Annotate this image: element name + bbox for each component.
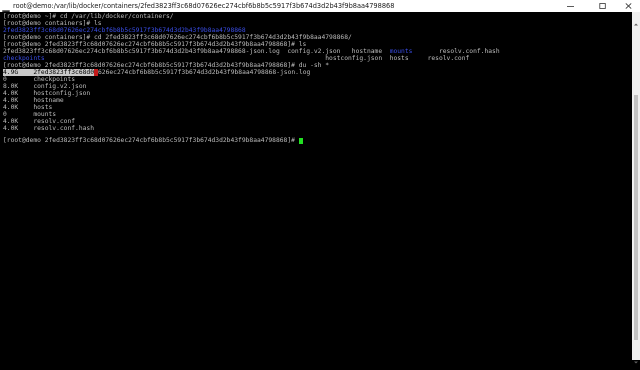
selected-text[interactable]: 2fed3823ff3c68d0 bbox=[33, 69, 95, 76]
close-icon bbox=[625, 3, 632, 9]
terminal-line: 4.0K resolv.conf bbox=[3, 118, 76, 125]
scrollbar-thumb[interactable] bbox=[634, 95, 638, 340]
terminal-line: [root@demo 2fed3823ff3c68d07626ec274cbf6… bbox=[3, 41, 307, 48]
maximize-icon bbox=[599, 3, 606, 9]
scroll-down-icon[interactable] bbox=[632, 351, 640, 364]
terminal-line: checkpoints hostconfig.json hosts resolv… bbox=[3, 55, 470, 62]
terminal-line: 0 mounts bbox=[3, 111, 57, 118]
terminal-output[interactable]: [root@demo ~]# cd /var/lib/docker/contai… bbox=[0, 12, 632, 360]
terminal-line: [root@demo 2fed3823ff3c68d07626ec274cbf6… bbox=[3, 62, 330, 69]
minimize-icon bbox=[567, 6, 574, 7]
terminal-line: 4.0K hosts bbox=[3, 104, 53, 111]
minimize-button[interactable] bbox=[560, 0, 582, 12]
terminal-line: 0 checkpoints bbox=[3, 76, 76, 83]
terminal-line: 8.0K config.v2.json bbox=[3, 83, 87, 90]
directory-entry: 2fed3823ff3c68d07626ec274cbf6b8b5c5917f3… bbox=[3, 27, 246, 34]
terminal-line: 4.9G 2fed3823ff3c68d0 626ec274cbf6b8b5c59… bbox=[3, 69, 311, 76]
terminal-line: 2fed3823ff3c68d07626ec274cbf6b8b5c5917f3… bbox=[3, 48, 500, 55]
terminal-line: [root@demo ~]# cd /var/lib/docker/contai… bbox=[3, 13, 174, 20]
terminal-line: 4.0K resolv.conf.hash bbox=[3, 125, 94, 132]
maximize-button[interactable] bbox=[592, 0, 614, 12]
directory-entry: mounts bbox=[389, 48, 413, 55]
terminal-line: [root@demo containers]# ls bbox=[3, 20, 102, 27]
terminal-line: [root@demo containers]# cd 2fed3823ff3c6… bbox=[3, 34, 352, 41]
directory-entry: checkpoints bbox=[3, 55, 45, 62]
terminal-icon bbox=[2, 2, 10, 17]
close-button[interactable] bbox=[618, 0, 640, 12]
selected-text[interactable]: 4.9G bbox=[3, 69, 19, 76]
scroll-up-icon[interactable] bbox=[632, 13, 640, 26]
terminal-window: root@demo:/var/lib/docker/containers/2fe… bbox=[0, 0, 640, 364]
vertical-scrollbar[interactable] bbox=[632, 12, 640, 364]
terminal-cursor bbox=[298, 137, 303, 144]
terminal-line: 4.0K hostconfig.json bbox=[3, 90, 91, 97]
terminal-line: 4.0K hostname bbox=[3, 97, 64, 104]
terminal-prompt[interactable]: [root@demo 2fed3823ff3c68d07626ec274cbf6… bbox=[3, 137, 303, 144]
window-title: root@demo:/var/lib/docker/containers/2fe… bbox=[13, 2, 395, 10]
